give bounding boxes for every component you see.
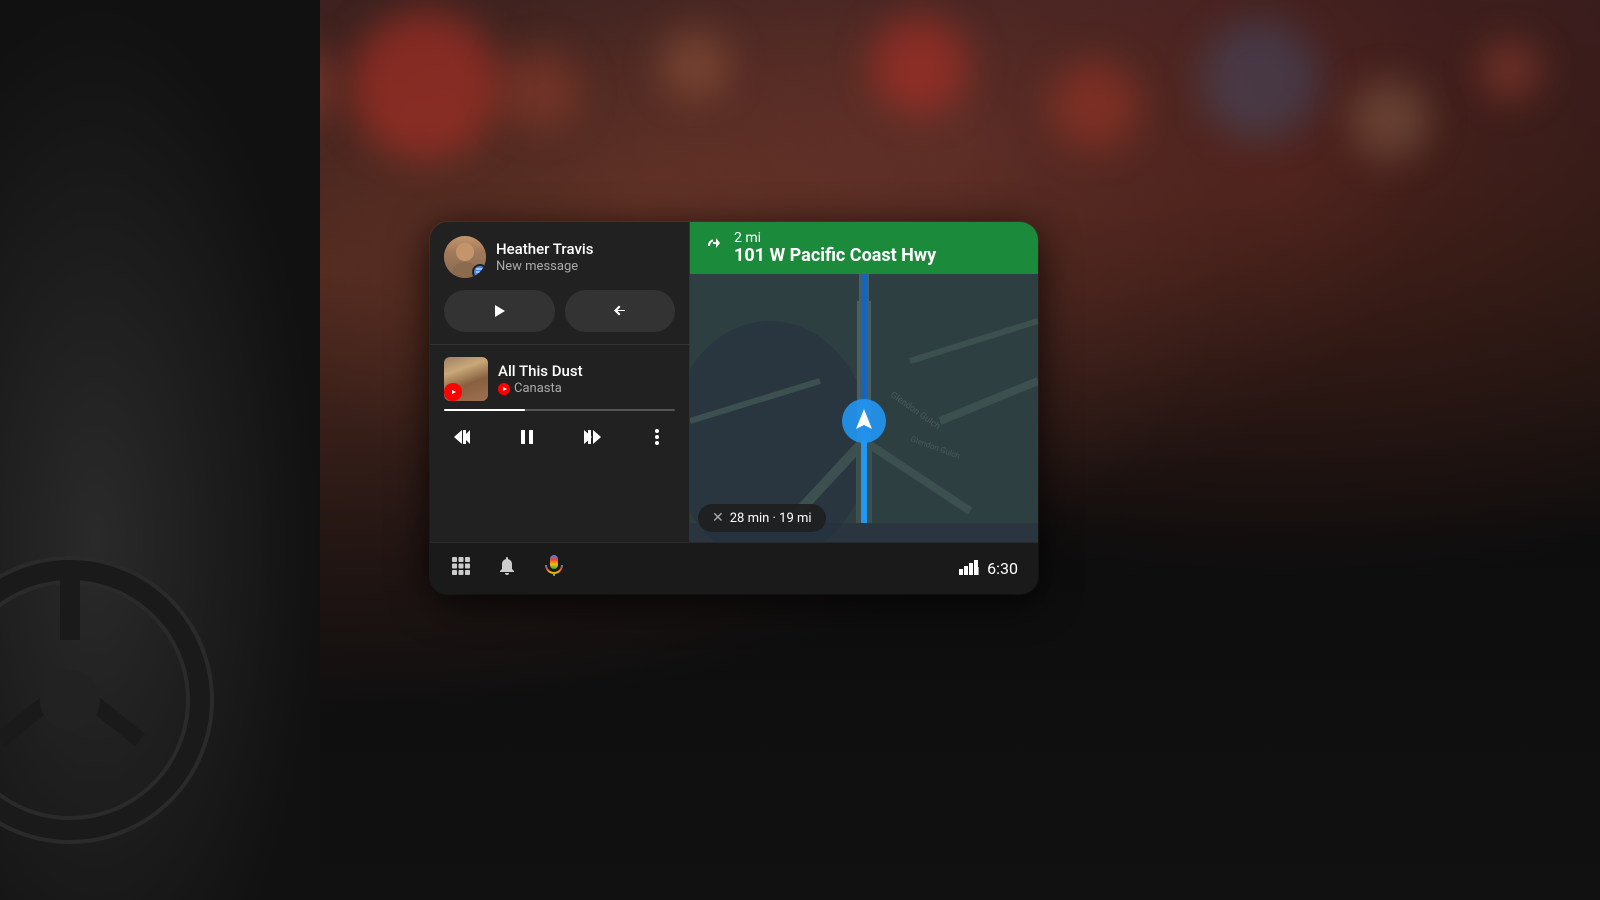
- album-art: [444, 357, 488, 401]
- message-subtitle: New message: [496, 259, 675, 274]
- more-options-button[interactable]: [639, 419, 675, 455]
- bokeh-4: [500, 50, 580, 130]
- youtube-badge: [444, 383, 462, 401]
- clock: 6:30: [987, 559, 1018, 578]
- eta-close-button[interactable]: ✕: [712, 510, 724, 526]
- notifications-icon[interactable]: [496, 555, 518, 582]
- progress-fill: [444, 409, 525, 411]
- steering-wheel-area: [0, 0, 320, 900]
- map-panel[interactable]: Glendon Gulch Glendon Gulch: [690, 222, 1038, 542]
- artist-name: Canasta: [498, 381, 675, 396]
- apps-icon[interactable]: [450, 555, 472, 582]
- turn-arrow-icon: [702, 234, 724, 261]
- nav-distance: 2 mi 101 W Pacific Coast Hwy: [734, 230, 936, 266]
- messages-badge: [472, 264, 486, 278]
- bottom-right-status: 6:30: [959, 559, 1018, 579]
- eta-badge: ✕ 28 min · 19 mi: [698, 504, 826, 532]
- music-controls: [444, 419, 675, 455]
- message-card: Heather Travis New message: [430, 222, 689, 345]
- music-header: All This Dust Canasta: [444, 357, 675, 401]
- left-panel: Heather Travis New message: [430, 222, 690, 542]
- avatar: [444, 236, 486, 278]
- message-header: Heather Travis New message: [444, 236, 675, 278]
- eta-text: 28 min · 19 mi: [730, 511, 812, 526]
- bokeh-3: [350, 10, 500, 160]
- bokeh-10: [1480, 40, 1540, 100]
- bottom-left-icons: [450, 554, 566, 584]
- main-content: Heather Travis New message: [430, 222, 1038, 542]
- bokeh-9: [1350, 80, 1430, 160]
- song-title: All This Dust: [498, 362, 675, 380]
- bokeh-7: [1050, 60, 1140, 150]
- distance-text: 2 mi: [734, 230, 936, 246]
- next-track-button[interactable]: [574, 419, 610, 455]
- play-message-button[interactable]: [444, 290, 555, 332]
- prev-track-button[interactable]: [444, 419, 480, 455]
- android-auto-display: Heather Travis New message: [430, 222, 1038, 594]
- bokeh-6: [870, 15, 970, 115]
- microphone-icon[interactable]: [542, 554, 566, 584]
- message-info: Heather Travis New message: [496, 240, 675, 274]
- signal-icon: [959, 559, 979, 579]
- music-card: All This Dust Canasta: [430, 345, 689, 542]
- bottom-bar: 6:30: [430, 542, 1038, 594]
- bokeh-5: [660, 30, 730, 100]
- progress-bar[interactable]: [444, 409, 675, 411]
- sender-name: Heather Travis: [496, 240, 675, 258]
- message-actions: [444, 290, 675, 332]
- nav-header: 2 mi 101 W Pacific Coast Hwy: [690, 222, 1038, 274]
- street-name: 101 W Pacific Coast Hwy: [734, 246, 936, 266]
- music-info: All This Dust Canasta: [498, 362, 675, 396]
- pause-button[interactable]: [509, 419, 545, 455]
- reply-message-button[interactable]: [565, 290, 676, 332]
- bokeh-8: [1200, 20, 1320, 140]
